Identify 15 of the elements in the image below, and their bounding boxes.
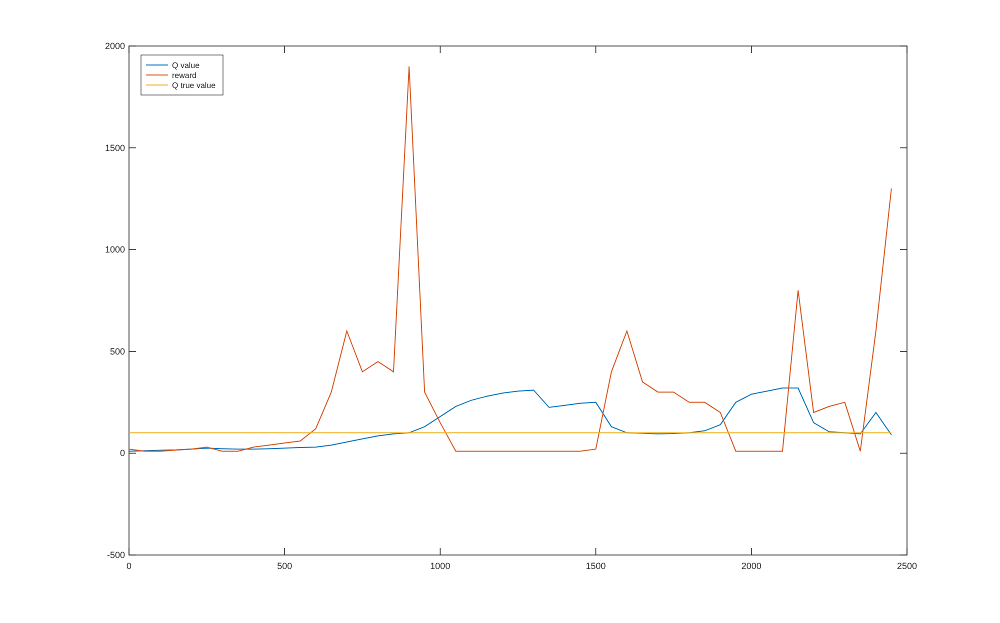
y-tick-label: -500	[106, 550, 125, 560]
y-tick-label: 500	[110, 346, 125, 356]
x-tick-label: 2500	[896, 561, 918, 571]
x-tick-label: 1500	[586, 561, 606, 571]
x-tick-label: 1000	[430, 561, 450, 571]
x-tick-label: 500	[277, 561, 292, 571]
x-tick-label: 0	[126, 561, 132, 571]
legend-label: Q true value	[172, 81, 216, 90]
legend-label: reward	[172, 71, 196, 80]
x-tick-label: 2000	[741, 561, 762, 571]
y-tick-label: 0	[120, 448, 125, 458]
y-tick-label: 1000	[104, 244, 125, 255]
y-tick-label: 2000	[104, 41, 125, 51]
y-tick-label: 1500	[104, 142, 125, 153]
legend-label: Q value	[172, 61, 200, 70]
